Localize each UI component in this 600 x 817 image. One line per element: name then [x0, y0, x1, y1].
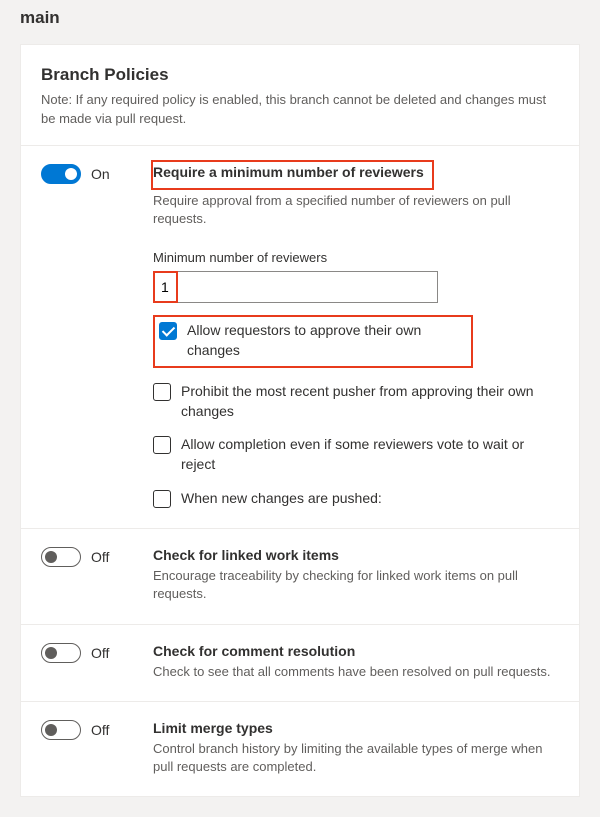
- toggle-state-label: On: [91, 166, 110, 182]
- policies-note: Note: If any required policy is enabled,…: [41, 91, 559, 129]
- branch-name: main: [20, 8, 580, 28]
- policy-title-min-reviewers: Require a minimum number of reviewers: [153, 164, 424, 180]
- policy-limit-merge: Off Limit merge types Control branch his…: [21, 702, 579, 796]
- label-prohibit-pusher: Prohibit the most recent pusher from app…: [181, 382, 559, 421]
- policy-comment-resolution: Off Check for comment resolution Check t…: [21, 625, 579, 702]
- policy-desc-linked-items: Encourage traceability by checking for l…: [153, 567, 559, 603]
- min-reviewers-field-label: Minimum number of reviewers: [153, 250, 559, 265]
- checkbox-allow-self[interactable]: [159, 322, 177, 340]
- highlight-allow-self: Allow requestors to approve their own ch…: [153, 315, 473, 368]
- branch-policies-card: Branch Policies Note: If any required po…: [20, 44, 580, 797]
- checkbox-new-changes[interactable]: [153, 490, 171, 508]
- toggle-min-reviewers[interactable]: [41, 164, 81, 184]
- min-reviewers-input-rest[interactable]: [178, 271, 438, 303]
- policy-desc-limit-merge: Control branch history by limiting the a…: [153, 740, 559, 776]
- policy-linked-items: Off Check for linked work items Encourag…: [21, 529, 579, 624]
- toggle-limit-merge[interactable]: [41, 720, 81, 740]
- checkbox-prohibit-pusher[interactable]: [153, 383, 171, 401]
- policies-title: Branch Policies: [41, 65, 559, 85]
- highlight-input-value: [153, 271, 178, 303]
- toggle-state-label: Off: [91, 645, 109, 661]
- policy-title-limit-merge: Limit merge types: [153, 720, 559, 736]
- label-allow-completion: Allow completion even if some reviewers …: [181, 435, 559, 474]
- policy-desc-comment-resolution: Check to see that all comments have been…: [153, 663, 559, 681]
- highlight-title: Require a minimum number of reviewers: [151, 160, 434, 190]
- checkbox-allow-completion[interactable]: [153, 436, 171, 454]
- toggle-state-label: Off: [91, 722, 109, 738]
- toggle-comment-resolution[interactable]: [41, 643, 81, 663]
- policy-min-reviewers: On Require a minimum number of reviewers…: [21, 146, 579, 530]
- toggle-state-label: Off: [91, 549, 109, 565]
- min-reviewers-input[interactable]: [155, 273, 176, 301]
- policy-title-comment-resolution: Check for comment resolution: [153, 643, 559, 659]
- policy-title-linked-items: Check for linked work items: [153, 547, 559, 563]
- policy-desc-min-reviewers: Require approval from a specified number…: [153, 192, 559, 228]
- toggle-linked-items[interactable]: [41, 547, 81, 567]
- label-allow-self: Allow requestors to approve their own ch…: [187, 321, 465, 360]
- label-new-changes: When new changes are pushed:: [181, 489, 382, 509]
- card-header: Branch Policies Note: If any required po…: [21, 45, 579, 146]
